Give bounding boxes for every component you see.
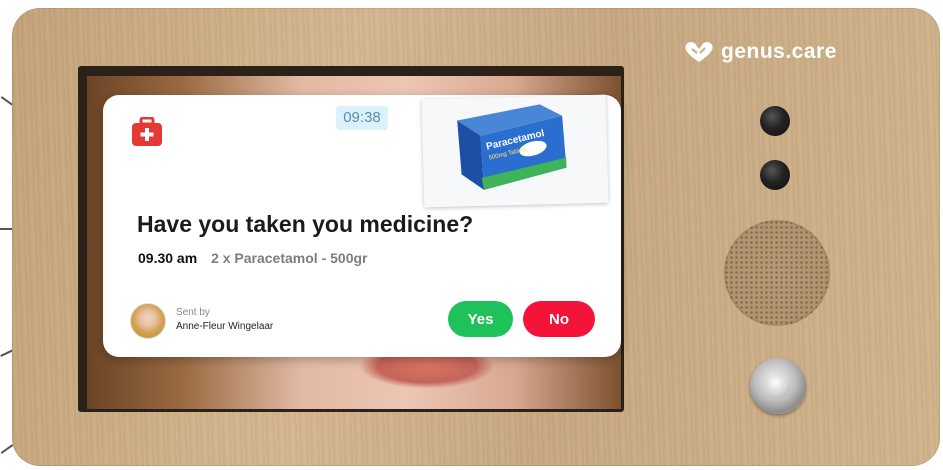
sender-name: Anne-Fleur Wingelaar — [176, 321, 274, 332]
paracetamol-box-image: Paracetamol 500mg Tablets — [421, 94, 609, 208]
brand-name: genus.care — [721, 40, 837, 63]
speaker-grille — [724, 220, 830, 326]
dose-time: 09.30 am — [138, 250, 198, 266]
medical-kit-icon — [132, 117, 162, 146]
dose-detail: 2 x Paracetamol - 500gr — [211, 250, 368, 266]
heart-logo-icon — [685, 42, 713, 62]
callout-line — [0, 444, 14, 454]
camera-lens — [760, 106, 790, 136]
brand-logo: genus.care — [683, 40, 837, 64]
power-button[interactable] — [750, 358, 806, 414]
yes-button[interactable]: Yes — [448, 301, 513, 337]
sender-avatar — [130, 303, 166, 339]
medicine-product-photo: Paracetamol 500mg Tablets — [421, 94, 609, 208]
sent-by-label: Sent by — [176, 307, 210, 318]
light-sensor — [760, 160, 790, 190]
medicine-reminder-card: 09:38 Paracetamol 500mg Tablets Have you… — [103, 94, 621, 357]
time-badge: 09:38 — [336, 106, 388, 130]
no-button[interactable]: No — [523, 301, 595, 337]
dose-row: 09.30 am 2 x Paracetamol - 500gr — [138, 250, 367, 266]
reminder-title: Have you taken you medicine? — [137, 211, 474, 237]
